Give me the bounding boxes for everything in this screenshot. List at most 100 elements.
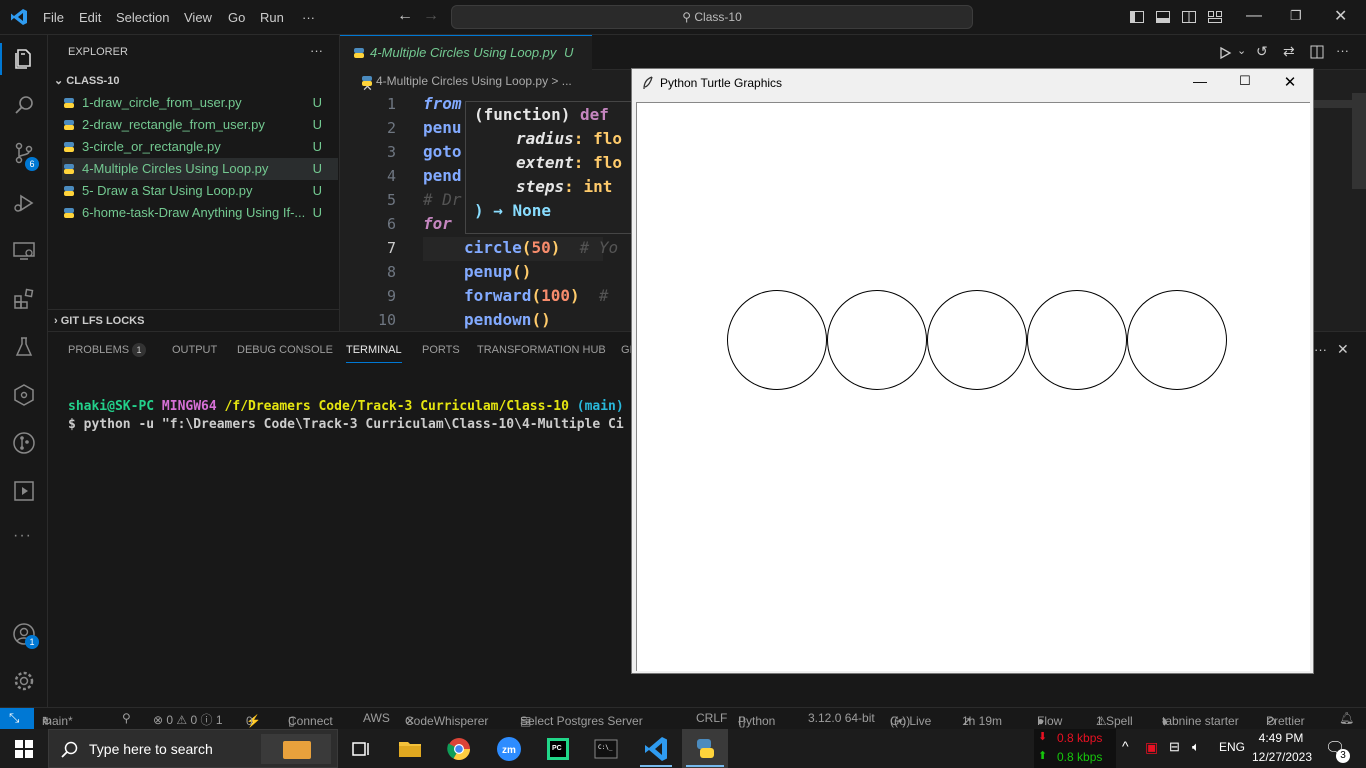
turtle-graphics-window[interactable]: Python Turtle Graphics — ☐ ✕ — [631, 68, 1314, 674]
tab-debug-console[interactable]: DEBUG CONSOLE — [237, 344, 333, 356]
file-item[interactable]: 1-draw_circle_from_user.py U — [62, 92, 338, 114]
network-icon[interactable]: ⊟ — [1169, 739, 1180, 755]
code-line-6[interactable]: for — [423, 214, 452, 233]
restore-icon[interactable]: ❐ — [1290, 8, 1302, 24]
turtle-canvas[interactable] — [636, 102, 1310, 671]
pdf-tray-icon[interactable]: ▣ — [1145, 739, 1158, 756]
code-line-9[interactable]: forward(100) # — [464, 286, 609, 305]
turtle-maximize-icon[interactable]: ☐ — [1235, 73, 1255, 93]
publish-icon[interactable]: ⚲ — [122, 711, 131, 725]
search-icon[interactable] — [12, 93, 36, 117]
explorer-icon[interactable] — [12, 47, 36, 71]
remote-indicator[interactable]: ⤡ — [0, 708, 34, 730]
hover-tooltip: (function) def radius: flo extent: flo s… — [465, 101, 635, 234]
clock-time[interactable]: 4:49 PM — [1258, 731, 1304, 745]
pycharm-icon[interactable]: PC — [543, 734, 573, 764]
file-explorer-icon[interactable] — [395, 734, 425, 764]
toggle-secondary-sidebar-icon[interactable] — [1181, 9, 1197, 25]
code-line-8[interactable]: penup() — [464, 262, 531, 281]
language-indicator[interactable]: ENG — [1219, 740, 1245, 754]
git-lfs-locks-section[interactable]: › GIT LFS LOCKS — [48, 309, 340, 327]
turtle-minimize-icon[interactable]: — — [1190, 73, 1210, 93]
command-center-search[interactable]: ⚲ Class-10 — [451, 5, 973, 29]
explorer-more-button[interactable]: ··· — [310, 43, 323, 58]
more-icon[interactable]: ··· — [13, 527, 32, 545]
menu-go[interactable]: Go — [228, 10, 245, 25]
zoom-icon[interactable]: zm — [494, 734, 524, 764]
open-changes-icon[interactable]: ⇄ — [1283, 43, 1295, 60]
forward-arrow-icon[interactable]: → — [423, 7, 439, 25]
minimap[interactable] — [1314, 100, 1354, 108]
remote-explorer-icon[interactable] — [12, 239, 36, 263]
tab-multiple-circles[interactable]: 4-Multiple Circles Using Loop.py U ✕ — [340, 35, 592, 94]
notifications-bell-icon[interactable]: 🔔︎ — [1339, 711, 1354, 725]
vscode-taskbar-icon[interactable] — [641, 734, 671, 764]
run-python-icon[interactable] — [1218, 46, 1232, 60]
code-line-1[interactable]: from — [423, 94, 462, 113]
panel-more-button[interactable]: ··· — [1314, 342, 1327, 357]
terminal-command[interactable]: $ python -u "f:\Dreamers Code\Track-3 Cu… — [68, 417, 624, 432]
folder-header[interactable]: ⌄ CLASS-10 — [54, 74, 119, 87]
menu-run[interactable]: Run — [260, 10, 284, 25]
run-dropdown-chevron-icon[interactable]: ⌄ — [1237, 44, 1246, 57]
tab-ports[interactable]: PORTS — [422, 344, 460, 356]
panel-close-icon[interactable]: ✕ — [1337, 341, 1349, 358]
tray-chevron-up-icon[interactable]: ^ — [1122, 738, 1129, 754]
code-line-7[interactable]: circle(50) # Yo — [464, 238, 618, 257]
editor-more-button[interactable]: ··· — [1336, 43, 1349, 58]
sync-icon: ↻ — [42, 714, 53, 728]
code-line-3[interactable]: goto — [423, 142, 462, 161]
tab-output[interactable]: OUTPUT — [172, 344, 217, 356]
code-line-2[interactable]: penu — [423, 118, 462, 137]
clock-date[interactable]: 12/27/2023 — [1250, 750, 1314, 764]
editor-scrollbar[interactable] — [1352, 93, 1366, 189]
customize-layout-icon[interactable] — [1207, 9, 1223, 25]
menu-selection[interactable]: Selection — [116, 10, 169, 25]
chevron-right-icon: › — [54, 315, 58, 327]
file-item[interactable]: 2-draw_rectangle_from_user.py U — [62, 114, 338, 136]
terminal-app-icon[interactable]: C:\_ — [591, 734, 621, 764]
timeline-icon[interactable]: ↺ — [1256, 43, 1268, 60]
menu-edit[interactable]: Edit — [79, 10, 101, 25]
tab-terminal[interactable]: TERMINAL — [346, 344, 402, 363]
toggle-panel-icon[interactable] — [1155, 9, 1171, 25]
toggle-sidebar-icon[interactable] — [1129, 9, 1145, 25]
taskbar-search[interactable]: Type here to search — [48, 729, 338, 768]
menu-view[interactable]: View — [184, 10, 212, 25]
problems-status[interactable]: ⊗ 0 ⚠ 0 ⓘ 1 — [153, 711, 223, 728]
eol-status[interactable]: CRLF — [696, 711, 727, 725]
windows-start-icon[interactable] — [15, 740, 33, 758]
menu-more[interactable]: ··· — [302, 10, 315, 25]
minimize-icon[interactable]: — — [1246, 7, 1262, 25]
tab-problems[interactable]: PROBLEMS — [68, 344, 129, 356]
breadcrumb[interactable]: 4-Multiple Circles Using Loop.py > ... — [362, 74, 572, 88]
gitlens-icon[interactable] — [12, 383, 36, 407]
run-panel-icon[interactable] — [12, 479, 36, 503]
settings-gear-icon[interactable] — [12, 669, 36, 693]
volume-icon[interactable]: 🔈︎ — [1192, 739, 1200, 755]
chrome-icon[interactable] — [444, 734, 474, 764]
task-view-icon[interactable] — [346, 734, 376, 764]
file-item[interactable]: 6-home-task-Draw Anything Using If-... U — [62, 202, 338, 224]
git-graph-icon[interactable] — [12, 431, 36, 455]
back-arrow-icon[interactable]: ← — [397, 7, 413, 25]
upload-speed: 0.8 kbps — [1057, 750, 1103, 764]
file-item-selected[interactable]: 4-Multiple Circles Using Loop.py U — [62, 158, 338, 180]
flow-label: Flow — [1037, 714, 1063, 728]
tab-transformation-hub[interactable]: TRANSFORMATION HUB — [477, 344, 606, 356]
code-line-4[interactable]: pend — [423, 166, 462, 185]
code-line-5[interactable]: # Dr — [423, 190, 462, 209]
python-version-status[interactable]: 3.12.0 64-bit — [808, 711, 875, 725]
aws-status[interactable]: AWS — [363, 711, 390, 725]
code-line-10[interactable]: pendown() — [464, 310, 551, 329]
file-item[interactable]: 3-circle_or_rectangle.py U — [62, 136, 338, 158]
menu-file[interactable]: File — [43, 10, 64, 25]
extensions-icon[interactable] — [12, 287, 36, 311]
testing-icon[interactable] — [12, 335, 36, 359]
close-icon[interactable]: ✕ — [1334, 6, 1347, 26]
file-item[interactable]: 5- Draw a Star Using Loop.py U — [62, 180, 338, 202]
run-debug-icon[interactable] — [12, 191, 36, 215]
split-editor-icon[interactable] — [1310, 45, 1324, 59]
python-taskbar-active[interactable] — [682, 729, 728, 768]
turtle-close-icon[interactable]: ✕ — [1280, 73, 1300, 93]
